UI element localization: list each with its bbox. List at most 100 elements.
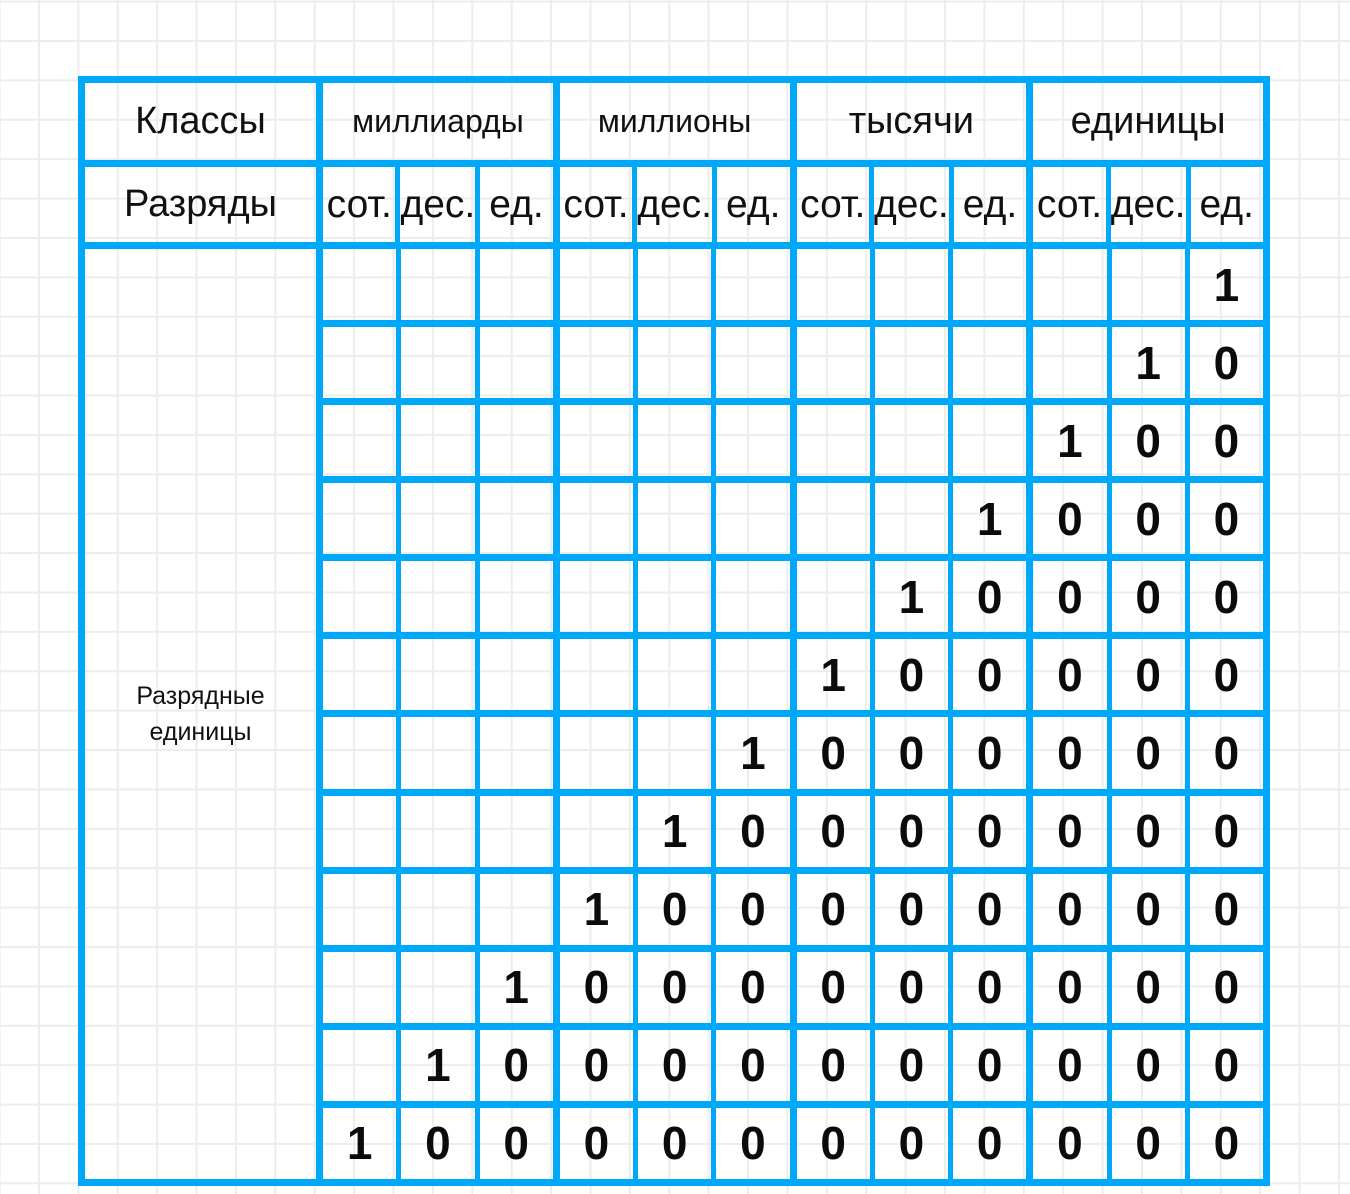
digit-group <box>797 405 1034 477</box>
digit-cell <box>638 405 717 477</box>
digit-group: 000 <box>797 1029 1034 1101</box>
digit-cell: 0 <box>875 1107 953 1179</box>
digit-cell: 0 <box>1033 951 1112 1023</box>
digit-cell: 0 <box>976 1039 1003 1092</box>
class-header-thousands: тысячи <box>797 83 1034 160</box>
digit-cell <box>401 327 480 399</box>
digit-group: 100 <box>560 873 797 945</box>
digit-cell: 0 <box>1033 483 1112 555</box>
digit-cell: 1 <box>401 1029 480 1101</box>
digit-group: 000 <box>560 951 797 1023</box>
digit-cell: 0 <box>1213 492 1240 545</box>
digit-cell <box>323 327 402 399</box>
digit-cell <box>560 795 638 867</box>
digit-grid: 1101001000100001000001000000100000001000… <box>323 249 1263 1179</box>
digit-cell <box>401 561 480 633</box>
digit-cell: 0 <box>1213 648 1240 701</box>
digit-cell: 0 <box>875 1029 953 1101</box>
digit-group <box>323 327 560 399</box>
digit-group: 000 <box>1033 717 1263 789</box>
digit-cell <box>1033 249 1112 321</box>
rank-billions-hundreds: сот. <box>323 167 401 242</box>
digit-cell <box>480 796 553 867</box>
table-row: 1000 <box>323 483 1263 562</box>
digit-cell <box>480 405 553 476</box>
digit-group: 1 <box>560 717 797 789</box>
rank-units-ones: ед. <box>1199 182 1254 226</box>
digit-cell <box>716 249 789 320</box>
digit-group <box>797 249 1034 321</box>
table-row: 10 <box>323 327 1263 406</box>
digit-cell: 0 <box>1033 561 1112 633</box>
rank-thousands-tens: дес. <box>874 167 954 242</box>
digit-cell: 0 <box>1033 717 1112 789</box>
digit-cell: 1 <box>1033 405 1112 477</box>
digit-cell: 0 <box>797 1029 875 1101</box>
digit-group <box>323 249 560 321</box>
digit-cell: 0 <box>976 727 1003 779</box>
table-row: 100 <box>323 405 1263 484</box>
digit-cell: 1 <box>638 795 717 867</box>
digit-group: 1 <box>323 951 560 1023</box>
digit-group: 100 <box>323 1107 560 1179</box>
digit-group: 100 <box>797 639 1034 711</box>
digit-cell: 0 <box>976 648 1003 701</box>
digit-cell: 0 <box>797 795 875 867</box>
digit-cell: 0 <box>1213 1039 1240 1092</box>
digit-cell: 0 <box>740 1039 766 1092</box>
digit-group <box>323 717 560 789</box>
digit-cell <box>875 483 953 555</box>
digit-group: 000 <box>1033 795 1263 867</box>
digit-group: 000 <box>1033 873 1263 945</box>
table-body: Разрядные единицы 1101001000100001000001… <box>85 249 1263 1179</box>
ranks-header-row: Разряды сот. дес. ед. сот. дес. ед. сот.… <box>85 167 1263 249</box>
digit-cell: 0 <box>1112 639 1190 711</box>
digit-cell: 0 <box>1112 483 1190 555</box>
digit-group <box>560 249 797 321</box>
digit-cell: 0 <box>1213 414 1240 467</box>
digit-cell <box>716 405 789 476</box>
digit-cell: 0 <box>976 805 1003 858</box>
digit-group <box>323 873 560 945</box>
digit-group <box>560 405 797 477</box>
rank-millions-ones: ед. <box>726 182 781 226</box>
digit-cell <box>480 874 553 945</box>
digit-cell <box>480 483 553 554</box>
digit-group: 000 <box>1033 561 1263 633</box>
digit-group: 1 <box>1033 249 1263 321</box>
digit-cell <box>1033 327 1112 399</box>
table-row: 1000000000 <box>323 951 1263 1030</box>
digit-group <box>323 795 560 867</box>
digit-cell: 0 <box>1213 883 1240 936</box>
digit-cell: 0 <box>740 805 766 858</box>
digit-cell: 0 <box>1112 1107 1190 1179</box>
digit-cell: 0 <box>1112 405 1190 477</box>
table-row: 100000000 <box>323 873 1263 952</box>
digit-cell <box>638 327 717 399</box>
rank-group-millions: сот. дес. ед. <box>560 167 797 242</box>
digit-cell <box>401 795 480 867</box>
digit-cell: 0 <box>797 1107 875 1179</box>
digit-cell: 0 <box>740 1117 766 1170</box>
digit-cell <box>560 483 638 555</box>
digit-cell <box>560 327 638 399</box>
digit-cell: 0 <box>638 873 717 945</box>
digit-cell: 1 <box>1112 327 1190 399</box>
rank-units-tens: дес. <box>1111 167 1191 242</box>
digit-cell: 0 <box>797 951 875 1023</box>
digit-group <box>323 639 560 711</box>
digit-cell <box>401 639 480 711</box>
rank-thousands-hundreds: сот. <box>797 167 874 242</box>
digit-cell <box>323 717 402 789</box>
table-row: 100000 <box>323 639 1263 718</box>
digit-group: 1 <box>797 483 1034 555</box>
digit-group: 000 <box>797 717 1034 789</box>
digit-cell <box>716 639 789 710</box>
digit-cell <box>480 249 553 320</box>
digit-group: 10 <box>797 561 1034 633</box>
digit-cell <box>953 327 1026 398</box>
digit-cell: 0 <box>1112 717 1190 789</box>
digit-cell: 0 <box>638 1107 717 1179</box>
digit-group <box>323 483 560 555</box>
digit-group <box>323 561 560 633</box>
